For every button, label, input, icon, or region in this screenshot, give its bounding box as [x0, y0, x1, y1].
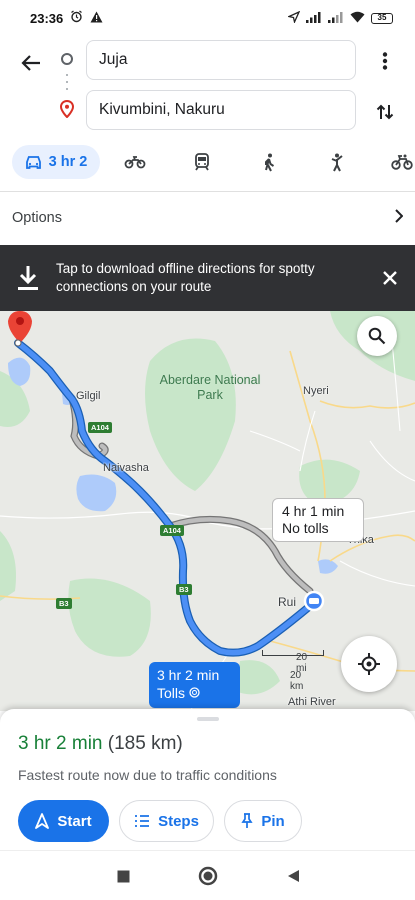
- close-banner-button[interactable]: [377, 265, 403, 291]
- sheet-drag-handle[interactable]: [197, 717, 219, 721]
- options-row[interactable]: Options: [0, 193, 415, 243]
- walk-icon: [265, 153, 275, 171]
- location-arrow-icon: [286, 10, 301, 26]
- map-label-naivasha: Naivasha: [103, 462, 149, 474]
- swap-button[interactable]: [370, 98, 400, 126]
- route-subtitle: Fastest route now due to traffic conditi…: [18, 767, 277, 783]
- navigation-icon: [35, 813, 50, 829]
- back-nav-button[interactable]: [282, 865, 304, 887]
- wifi-icon: [350, 11, 365, 26]
- route-distance: (185 km): [107, 733, 183, 754]
- square-icon: [117, 870, 129, 882]
- triangle-back-icon: [287, 870, 299, 882]
- search-icon: [368, 327, 386, 345]
- tab-motorcycle[interactable]: [118, 145, 152, 179]
- start-label: Start: [57, 812, 92, 830]
- car-icon: [25, 156, 41, 169]
- driving-time: 3 hr 2: [48, 154, 88, 170]
- more-options-button[interactable]: [370, 48, 400, 74]
- home-button[interactable]: [197, 865, 219, 887]
- recents-button[interactable]: [112, 865, 134, 887]
- back-arrow-icon: [21, 55, 40, 71]
- offline-download-banner[interactable]: Tap to download offline directions for s…: [0, 245, 415, 311]
- signal-icon: [306, 11, 322, 26]
- map-label-aberdare: Aberdare National Park: [159, 373, 261, 402]
- origin-input[interactable]: Juja: [86, 40, 356, 80]
- warning-icon: [90, 11, 103, 26]
- more-vert-icon: [382, 52, 388, 70]
- route-connector-dots: [66, 74, 68, 96]
- list-icon: [135, 815, 150, 827]
- alternate-route-callout[interactable]: 4 hr 1 min No tolls: [272, 498, 364, 542]
- map-label-nyeri: Nyeri: [303, 385, 329, 397]
- back-button[interactable]: [16, 48, 46, 78]
- tab-walking[interactable]: [256, 145, 282, 179]
- close-icon: [383, 271, 397, 285]
- bike-icon: [391, 154, 413, 170]
- chevron-right-icon: [394, 209, 404, 227]
- banner-text: Tap to download offline directions for s…: [56, 261, 315, 294]
- route-bottom-sheet[interactable]: 3 hr 2 min (185 km) Fastest route now du…: [0, 709, 415, 850]
- route-duration: 3 hr 2 min: [18, 733, 103, 754]
- motorcycle-icon: [124, 156, 146, 169]
- tab-cycling[interactable]: [389, 145, 415, 179]
- options-label: Options: [12, 210, 62, 226]
- alternate-route-note: No tolls: [282, 520, 329, 536]
- map-label-athi-river: Athi River: [288, 696, 336, 708]
- travel-mode-tabs: 3 hr 2: [0, 145, 415, 179]
- destination-pin-icon: [59, 99, 75, 119]
- toll-icon: [189, 685, 200, 701]
- main-route-callout[interactable]: 3 hr 2 min Tolls: [149, 662, 240, 708]
- alarm-icon: [70, 10, 83, 26]
- my-location-icon: [358, 653, 380, 675]
- steps-button[interactable]: Steps: [119, 800, 214, 842]
- map-label-gilgil: Gilgil: [76, 390, 101, 402]
- download-icon: [0, 265, 56, 291]
- signal-2-icon: [328, 11, 344, 26]
- steps-label: Steps: [158, 812, 199, 830]
- pin-icon: [241, 813, 253, 828]
- road-tag-b3-left: B3: [56, 598, 72, 609]
- pin-label: Pin: [261, 812, 285, 830]
- tab-driving[interactable]: 3 hr 2: [12, 145, 100, 179]
- swap-icon: [376, 104, 394, 120]
- battery-indicator: 35: [371, 12, 393, 24]
- map-label-ruiru: Rui: [278, 595, 297, 609]
- ride-hailing-icon: [331, 153, 343, 171]
- alternate-route-time: 4 hr 1 min: [282, 503, 345, 519]
- route-summary: 3 hr 2 min (185 km): [18, 733, 183, 755]
- tab-ride-hailing[interactable]: [323, 145, 351, 179]
- tab-transit[interactable]: [189, 145, 215, 179]
- origin-dot-icon: [61, 53, 73, 65]
- road-tag-a104-south: A104: [160, 525, 184, 536]
- destination-input[interactable]: Kivumbini, Nakuru: [86, 90, 356, 130]
- my-location-button[interactable]: [341, 636, 397, 692]
- scale-km: 20 km: [290, 670, 304, 692]
- road-tag-b3-right: B3: [176, 584, 192, 595]
- transit-icon: [195, 153, 209, 171]
- main-route-note: Tolls: [157, 685, 186, 701]
- divider: [0, 191, 415, 192]
- pin-button[interactable]: Pin: [224, 800, 302, 842]
- circle-icon: [198, 866, 218, 886]
- status-bar: 23:36 35: [0, 0, 415, 36]
- start-button[interactable]: Start: [18, 800, 109, 842]
- main-route-time: 3 hr 2 min: [157, 667, 220, 683]
- road-tag-a104-north: A104: [88, 422, 112, 433]
- map-search-button[interactable]: [357, 316, 397, 356]
- status-time: 23:36: [30, 10, 64, 26]
- system-nav-bar: [0, 850, 415, 900]
